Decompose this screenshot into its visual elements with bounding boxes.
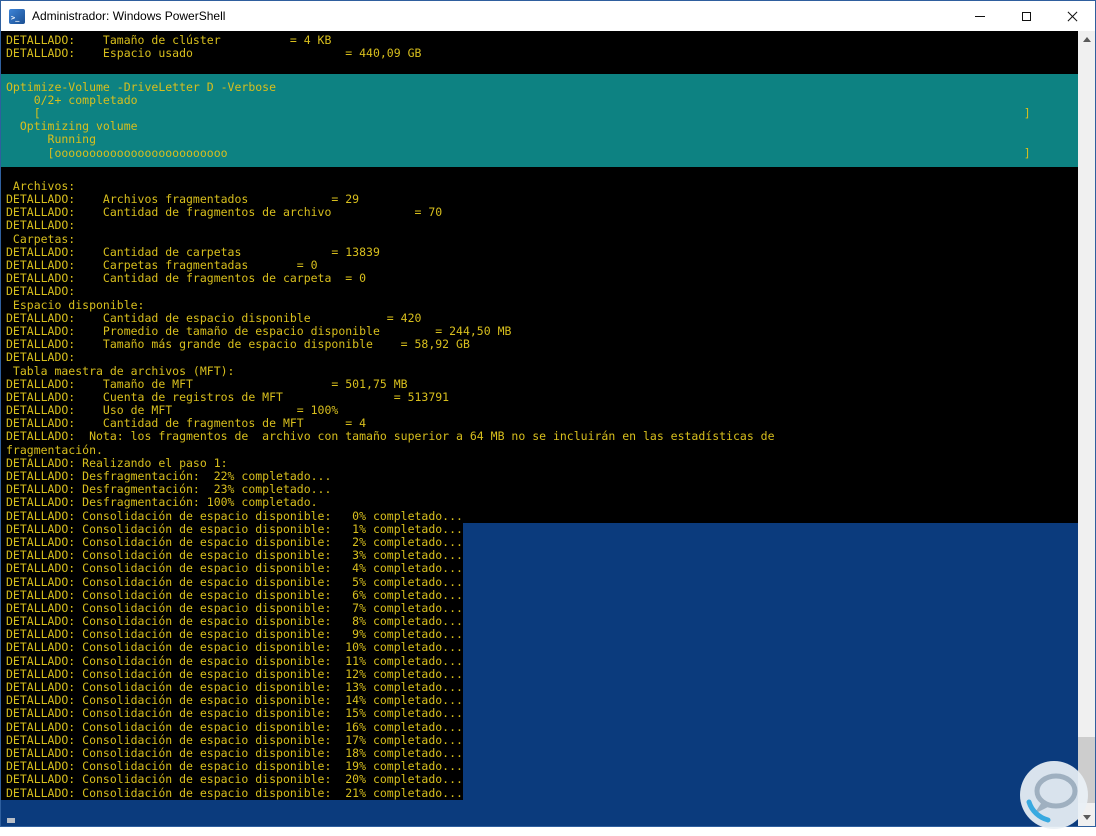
maximize-button[interactable] — [1003, 1, 1049, 31]
console-line: Optimize-Volume -DriveLetter D -Verbose — [6, 79, 277, 94]
minimize-icon — [975, 15, 985, 17]
console-line: DETALLADO: Consolidación de espacio disp… — [1, 522, 1078, 536]
console-line: DETALLADO: — [6, 218, 76, 233]
powershell-icon: >_ — [9, 8, 25, 24]
console-line: Carpetas: — [6, 231, 76, 246]
text-cursor — [7, 818, 15, 824]
titlebar-left: >_ Administrador: Windows PowerShell — [1, 1, 225, 31]
prompt-line — [1, 813, 1078, 826]
console-line: DETALLADO: Consolidación de espacio disp… — [1, 641, 1078, 655]
console-line: DETALLADO: Consolidación de espacio disp… — [1, 588, 1078, 602]
console-line: DETALLADO: Consolidación de espacio disp… — [1, 654, 1078, 668]
console-line: DETALLADO: Nota: los fragmentos de archi… — [6, 429, 775, 444]
console-line: Tabla maestra de archivos (MFT): — [6, 363, 235, 378]
scrollbar-track[interactable] — [1078, 48, 1095, 809]
console-line: Espacio disponible: — [6, 297, 145, 312]
console-line: DETALLADO: Consolidación de espacio disp… — [1, 720, 1078, 734]
console-line: DETALLADO: Consolidación de espacio disp… — [1, 575, 1078, 589]
close-icon — [1067, 11, 1078, 22]
console-viewport[interactable]: DETALLADO: Tamaño de clúster = 4 KB DETAL… — [1, 31, 1078, 826]
verbose-output-consolidation: DETALLADO: Consolidación de espacio disp… — [1, 522, 1078, 800]
scroll-up-icon — [1082, 37, 1091, 42]
console-line: DETALLADO: Consolidación de espacio disp… — [6, 508, 463, 523]
verbose-output-top: DETALLADO: Tamaño de clúster = 4 KB DETAL… — [1, 33, 1078, 74]
verbose-output-stats: Archivos: DETALLADO: Archivos fragmentado… — [1, 167, 1078, 523]
console-line: fragmentación. — [6, 442, 103, 457]
console-line: DETALLADO: Cantidad de espacio disponibl… — [6, 310, 422, 325]
console-line: 0/2+ completado — [6, 92, 138, 107]
minimize-button[interactable] — [957, 1, 1003, 31]
console-line: [ ] — [6, 105, 1031, 120]
console-line: DETALLADO: Consolidación de espacio disp… — [1, 733, 1078, 747]
window-controls — [957, 1, 1095, 31]
console-line: DETALLADO: Consolidación de espacio disp… — [1, 562, 1078, 576]
console-line: DETALLADO: Tamaño de MFT = 501,75 MB — [6, 376, 408, 391]
console-line: DETALLADO: — [6, 284, 76, 299]
titlebar[interactable]: >_ Administrador: Windows PowerShell — [1, 1, 1095, 31]
powershell-window: >_ Administrador: Windows PowerShell DET… — [0, 0, 1096, 829]
scroll-up-button[interactable] — [1078, 31, 1095, 48]
watermark-logo — [1017, 758, 1091, 832]
console-line: DETALLADO: Espacio usado = 440,09 GB — [6, 46, 422, 61]
console-black-region: DETALLADO: Tamaño de clúster = 4 KB DETAL… — [1, 31, 1078, 523]
console-line: DETALLADO: — [6, 350, 76, 365]
maximize-icon — [1021, 11, 1031, 21]
vertical-scrollbar[interactable] — [1078, 31, 1095, 826]
console-line: DETALLADO: Tamaño más grande de espacio … — [6, 337, 470, 352]
console-line: DETALLADO: Cantidad de fragmentos de arc… — [6, 205, 443, 220]
speech-bubble-icon — [1020, 761, 1088, 829]
console-line: DETALLADO: Consolidación de espacio disp… — [1, 773, 1078, 787]
console-line: DETALLADO: Cantidad de fragmentos de car… — [6, 271, 367, 286]
console-line: DETALLADO: Consolidación de espacio disp… — [1, 707, 1078, 721]
console-line: [ooooooooooooooooooooooooo ] — [6, 145, 1031, 160]
window-title: Administrador: Windows PowerShell — [32, 9, 226, 23]
close-button[interactable] — [1049, 1, 1095, 31]
console-line: Running — [6, 132, 97, 147]
console-line: DETALLADO: Desfragmentación: 100% comple… — [6, 495, 318, 510]
console-line: Optimizing volume — [6, 119, 138, 134]
console-line: DETALLADO: Consolidación de espacio disp… — [1, 786, 1078, 800]
optimize-volume-progress-banner: Optimize-Volume -DriveLetter D -Verbose … — [1, 73, 1078, 167]
